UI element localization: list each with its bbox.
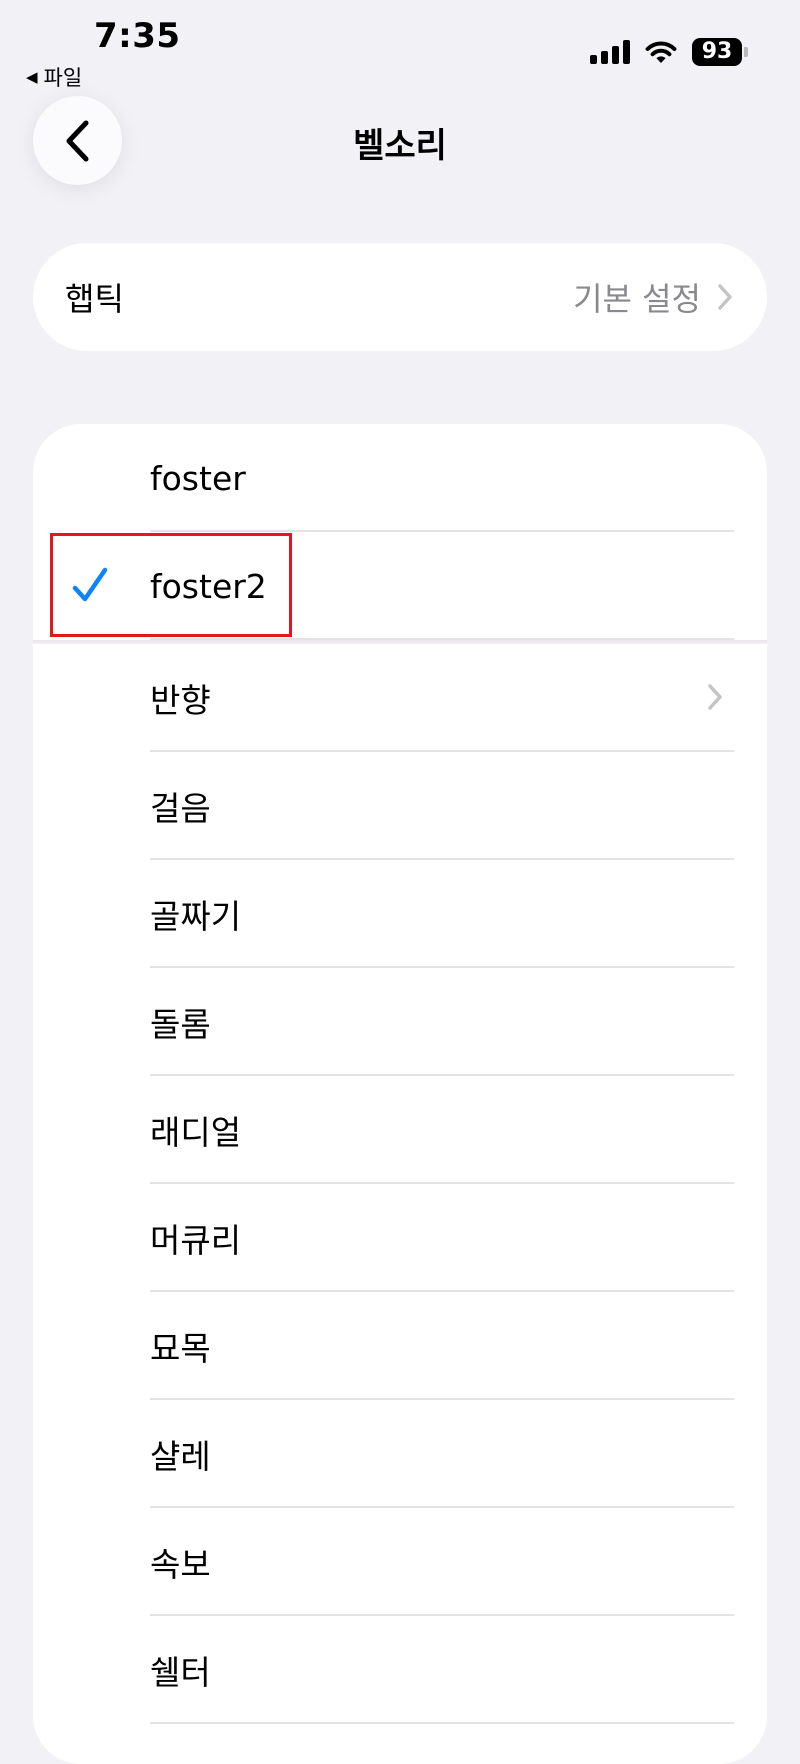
ringtone-row[interactable]: 묘목 <box>33 1292 767 1400</box>
page-title: 벨소리 <box>353 126 447 166</box>
ringtone-label: 묘목 <box>150 1329 211 1368</box>
ringtone-row[interactable]: 걸음 <box>33 752 767 860</box>
ringtone-row-echo[interactable]: 반향 <box>33 644 767 752</box>
ringtone-row[interactable]: 속보 <box>33 1508 767 1616</box>
ringtone-row[interactable]: 골짜기 <box>33 860 767 968</box>
status-time: 7:35 <box>94 16 181 56</box>
status-indicators: 93 <box>590 38 748 66</box>
ringtone-label: 샬레 <box>150 1437 211 1476</box>
ringtone-label: 골짜기 <box>150 897 242 936</box>
ringtone-row[interactable]: 래디얼 <box>33 1076 767 1184</box>
ringtone-label: 돌롬 <box>150 1005 211 1044</box>
chevron-right-icon <box>718 284 732 310</box>
ringtone-row[interactable]: 돌롬 <box>33 968 767 1076</box>
haptic-value: 기본 설정 <box>573 280 701 318</box>
back-to-app-link[interactable]: ◀ 파일 <box>26 62 82 92</box>
back-to-app-label: 파일 <box>43 66 83 90</box>
ringtone-label: 쉘터 <box>150 1653 211 1692</box>
ringtone-label: 반향 <box>150 681 211 720</box>
battery-level: 93 <box>692 38 742 66</box>
ringtone-label: 걸음 <box>150 789 211 828</box>
selection-highlight-box <box>50 533 292 637</box>
wifi-icon <box>645 41 677 63</box>
haptic-setting-row[interactable]: 햅틱 기본 설정 <box>33 243 767 351</box>
ringtone-row[interactable]: 쉘터 <box>33 1616 767 1724</box>
ringtone-row[interactable]: 머큐리 <box>33 1184 767 1292</box>
ringtone-row[interactable]: 샬레 <box>33 1400 767 1508</box>
ringtone-label: foster <box>150 458 246 498</box>
haptic-label: 햅틱 <box>65 280 124 318</box>
ringtone-label: 래디얼 <box>150 1113 242 1152</box>
chevron-right-icon <box>708 684 722 710</box>
row-divider <box>150 638 734 640</box>
ringtone-label: 머큐리 <box>150 1221 242 1260</box>
row-divider <box>150 1722 734 1724</box>
ringtone-label: 속보 <box>150 1545 211 1584</box>
cellular-signal-icon <box>590 40 630 64</box>
ringtone-row-foster[interactable]: foster <box>33 424 767 532</box>
battery-icon: 93 <box>692 38 748 66</box>
back-triangle-icon: ◀ <box>26 68 38 86</box>
